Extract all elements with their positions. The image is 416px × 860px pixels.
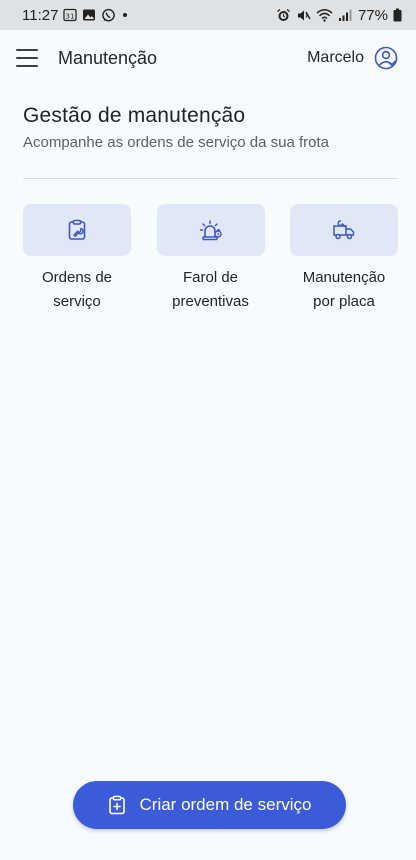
svg-text:31: 31 xyxy=(66,13,75,21)
card-label: Farol de preventivas xyxy=(172,269,249,310)
status-time: 11:27 xyxy=(22,6,59,24)
card-ordens-de-servico[interactable]: Ordens de serviço xyxy=(23,204,131,314)
status-left: 11:27 31 xyxy=(22,7,129,24)
battery-icon xyxy=(393,8,402,22)
clipboard-plus-icon xyxy=(108,795,126,815)
user-name: Marcelo xyxy=(307,49,364,66)
card-tile[interactable] xyxy=(23,204,131,256)
hamburger-menu-icon[interactable] xyxy=(16,49,38,67)
card-manutencao-por-placa[interactable]: Manutenção por placa xyxy=(290,204,398,314)
status-right: 77% xyxy=(276,7,402,24)
menu-line xyxy=(16,57,38,59)
calendar-31-icon: 31 xyxy=(63,8,78,22)
user-circle-icon xyxy=(374,46,398,70)
menu-line xyxy=(16,49,38,51)
image-icon xyxy=(82,8,96,22)
siren-light-icon xyxy=(198,218,224,242)
dot-icon xyxy=(121,11,129,19)
page-header: Gestão de manutenção Acompanhe as ordens… xyxy=(23,104,398,151)
card-label: Ordens de serviço xyxy=(41,269,113,310)
create-service-order-label: Criar ordem de serviço xyxy=(139,795,312,814)
menu-line xyxy=(16,65,38,67)
wifi-icon xyxy=(316,8,333,22)
user-menu[interactable]: Marcelo xyxy=(307,46,398,70)
shortcut-cards: Ordens de serviço Farol de preventivas M… xyxy=(23,204,398,314)
mute-icon xyxy=(296,8,311,23)
card-tile[interactable] xyxy=(156,204,265,256)
card-farol-de-preventivas[interactable]: Farol de preventivas xyxy=(156,204,265,314)
card-label: Manutenção por placa xyxy=(302,269,386,310)
page-subtitle: Acompanhe as ordens de serviço da sua fr… xyxy=(23,134,330,151)
whatsapp-icon xyxy=(101,8,116,23)
truck-wrench-icon xyxy=(331,218,357,242)
battery-level: 77% xyxy=(357,6,388,24)
page-title: Gestão de manutenção xyxy=(23,104,246,127)
create-service-order-button[interactable]: Criar ordem de serviço xyxy=(73,781,346,829)
alarm-icon xyxy=(276,8,291,23)
card-tile[interactable] xyxy=(290,204,398,256)
app-bar-left: Manutenção xyxy=(16,48,157,69)
divider xyxy=(23,178,398,179)
signal-icon xyxy=(338,8,353,22)
app-title: Manutenção xyxy=(58,47,158,68)
clipboard-wrench-icon xyxy=(65,218,89,242)
status-bar: 11:27 31 77% xyxy=(0,0,416,30)
app-bar: Manutenção Marcelo xyxy=(0,30,416,86)
